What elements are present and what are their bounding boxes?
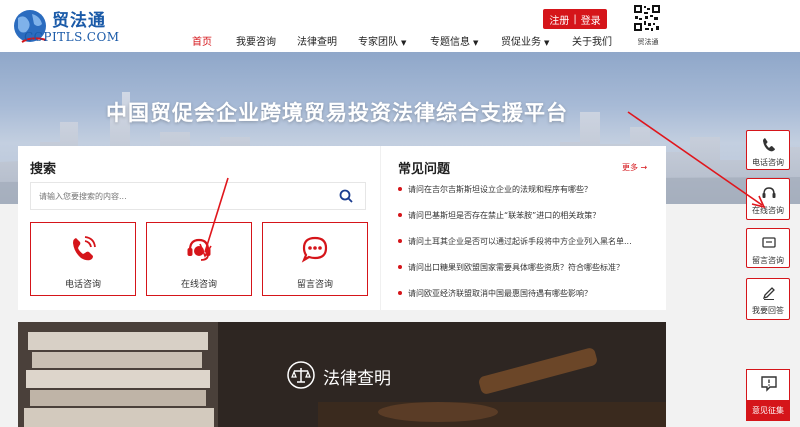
faq-item[interactable]: 请问出口糖果到欧盟国家需要具体哪些资质？符合哪些标准？ [398,262,658,288]
faq-more-link[interactable]: 更多 → [622,162,647,173]
nav-label: 关于我们 [572,37,612,48]
faq-item-text: 请问在吉尔吉斯斯坦设立企业的法规和程序有哪些？ [408,185,592,194]
side-label: 留言咨询 [752,256,784,265]
side-label: 我要回答 [752,306,784,315]
card-label: 在线咨询 [180,280,217,290]
bullet-dot [398,187,402,191]
side-message-consult[interactable]: 留言咨询 [746,228,790,268]
scales-icon [287,361,315,389]
logo-text-cn: 贸法通 [52,11,106,31]
nav-label: 专题信息 [430,37,470,48]
nav-about[interactable]: 关于我们 [572,33,612,48]
feedback-icon [761,376,777,392]
side-phone-consult[interactable]: 电话咨询 [746,130,790,170]
bullet-dot [398,239,402,243]
card-label: 留言咨询 [296,280,333,290]
bullet-dot [398,265,402,269]
service-panel: 搜索 电话咨询 在线咨询 留言咨询 [18,146,666,310]
bullet-dot [398,291,402,295]
caret-down-icon: ▼ [473,39,479,47]
nav-experts[interactable]: 专家团队 ▼ [358,33,406,48]
search-title: 搜索 [30,162,57,177]
faq-item-text: 请问出口糖果到欧盟国家需要具体哪些资质？符合哪些标准？ [408,263,624,272]
search-box [30,182,366,210]
hero-title: 中国贸促会企业跨境贸易投资法律综合支援平台 [106,101,568,125]
site-logo[interactable]: 贸法通 CCPITLS.COM [10,4,120,48]
faq-item-text: 请问巴基斯坦是否存在禁止“联苯胺”进口的相关政策？ [408,211,601,220]
law-search-section[interactable]: 法律查明 [18,322,666,427]
message-consult-card[interactable]: 留言咨询 [262,222,368,296]
caret-down-icon: ▼ [544,39,550,47]
auth-separator: | [573,13,577,25]
faq-item[interactable]: 请问巴基斯坦是否存在禁止“联苯胺”进口的相关政策？ [398,210,658,236]
caret-down-icon: ▼ [401,39,407,47]
law-section-title: 法律查明 [323,369,391,389]
search-icon[interactable] [339,189,353,203]
chat-icon [301,236,328,263]
nav-label: 我要咨询 [236,37,276,48]
nav-label: 首页 [192,37,212,48]
phone-icon [763,138,775,152]
phone-icon [73,236,96,261]
side-answer[interactable]: 我要回答 [746,278,790,320]
faq-item-text: 请问土耳其企业是否可以通过起诉手段将中方企业列入黑名单... [408,237,632,246]
faq-item[interactable]: 请问土耳其企业是否可以通过起诉手段将中方企业列入黑名单... [398,236,658,262]
side-label: 在线咨询 [752,206,784,215]
headset-icon [762,187,776,198]
feedback-button[interactable]: 意见征集 [746,369,790,421]
message-icon [762,237,776,248]
register-link[interactable]: 注册 [549,12,569,27]
online-consult-card[interactable]: 在线咨询 [146,222,252,296]
nav-consult[interactable]: 我要咨询 [236,33,276,48]
login-link[interactable]: 登录 [581,12,601,27]
headset-icon [187,238,211,261]
logo-text-en: CCPITLS.COM [24,30,120,44]
faq-item-text: 请问欧亚经济联盟取消中国最惠国待遇有哪些影响？ [408,289,592,298]
phone-consult-card[interactable]: 电话咨询 [30,222,136,296]
faq-list: 请问在吉尔吉斯斯坦设立企业的法规和程序有哪些？ 请问巴基斯坦是否存在禁止“联苯胺… [398,184,658,314]
side-label: 电话咨询 [752,158,784,167]
faq-item[interactable]: 请问欧亚经济联盟取消中国最惠国待遇有哪些影响？ [398,288,658,314]
feedback-label: 意见征集 [747,400,789,420]
panel-divider [380,146,381,310]
side-online-consult[interactable]: 在线咨询 [746,178,790,220]
nav-business[interactable]: 贸促业务 ▼ [501,33,549,48]
header: 贸法通 CCPITLS.COM 首页 我要咨询 法律查明 专家团队 ▼ 专题信息 ▼… [0,0,800,52]
nav-label: 法律查明 [297,37,337,48]
qr-code-icon [633,4,661,32]
qr-label: 贸法通 [637,38,659,46]
nav-home[interactable]: 首页 [192,33,212,48]
faq-title: 常见问题 [398,162,451,177]
nav-label: 贸促业务 [501,37,541,48]
search-input[interactable] [31,183,321,209]
nav-label: 专家团队 [358,37,398,48]
nav-law-search[interactable]: 法律查明 [297,33,337,48]
nav-topics[interactable]: 专题信息 ▼ [430,33,478,48]
bullet-dot [398,213,402,217]
auth-box: 注册 | 登录 [543,9,607,29]
card-label: 电话咨询 [64,280,101,290]
faq-item[interactable]: 请问在吉尔吉斯斯坦设立企业的法规和程序有哪些？ [398,184,658,210]
pen-icon [762,287,775,300]
